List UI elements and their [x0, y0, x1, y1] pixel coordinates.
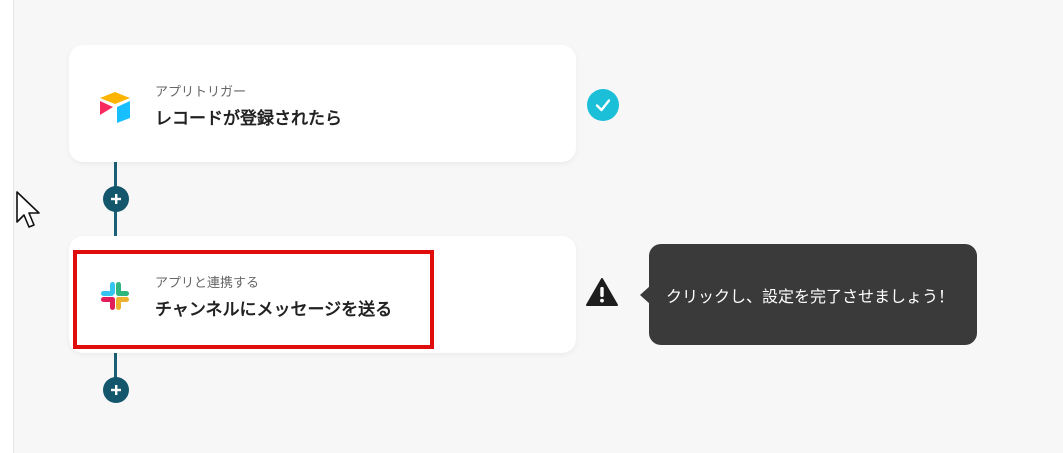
plus-icon: [111, 385, 121, 395]
add-step-button[interactable]: [103, 377, 129, 403]
trigger-category-label: アプリトリガー: [155, 85, 247, 100]
plus-icon: [111, 194, 121, 204]
left-panel-edge: [0, 0, 14, 453]
highlight-box: [73, 250, 434, 349]
trigger-title: レコードが登録されたら: [155, 109, 342, 129]
tooltip-text: クリックし、設定を完了させましょう！: [666, 286, 955, 306]
airtable-icon: [100, 92, 130, 123]
trigger-step-card[interactable]: アプリトリガー レコードが登録されたら: [69, 45, 576, 162]
check-circle-icon: [587, 89, 619, 121]
add-step-button[interactable]: [103, 186, 129, 212]
warning-icon: [586, 278, 618, 306]
mouse-cursor-icon: [16, 191, 40, 228]
setup-tooltip: クリックし、設定を完了させましょう！: [649, 244, 977, 345]
